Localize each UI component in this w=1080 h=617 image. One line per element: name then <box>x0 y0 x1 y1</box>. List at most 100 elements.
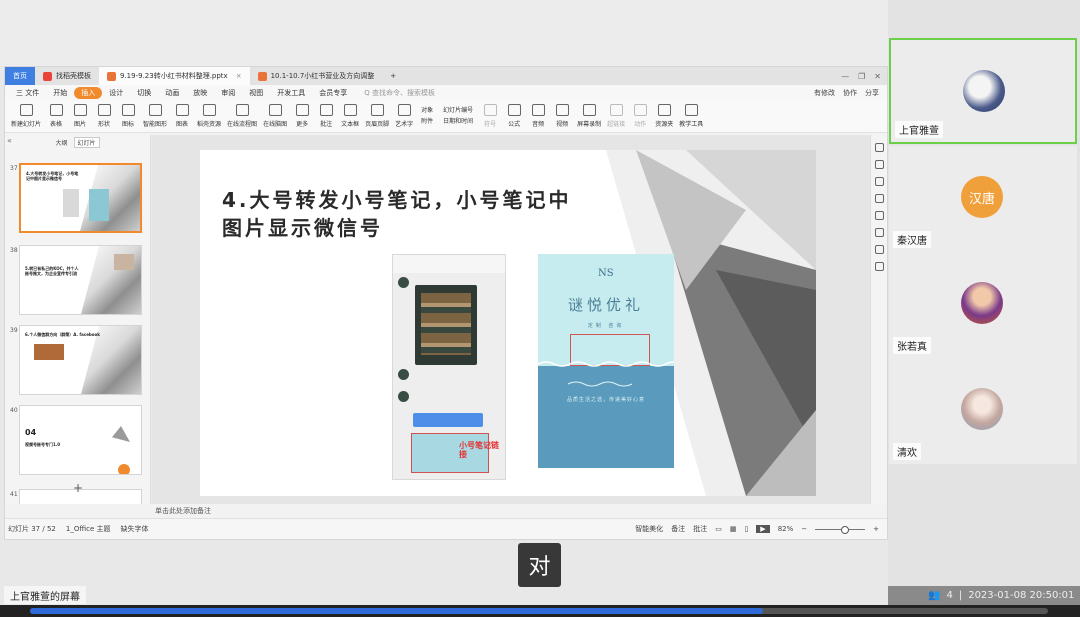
ribbon-audio[interactable]: 音频 <box>527 104 549 128</box>
new-slide-icon <box>19 104 33 116</box>
book-icon[interactable] <box>874 245 884 254</box>
menu-file[interactable]: 三 文件 <box>9 88 46 98</box>
menu-devtools[interactable]: 开发工具 <box>270 88 312 98</box>
share-button[interactable]: 分享 <box>865 88 879 98</box>
playback-progress-bar[interactable] <box>0 605 1080 617</box>
zoom-in-icon[interactable]: + <box>873 525 879 533</box>
help-icon[interactable] <box>874 262 884 271</box>
theme-name: 1_Office 主题 <box>65 525 111 533</box>
tab-templates-label: 找稻壳模板 <box>56 72 91 80</box>
participant-tile[interactable]: 张若真 <box>889 252 1077 358</box>
menu-transition[interactable]: 切换 <box>130 88 158 98</box>
ribbon-action[interactable]: 动作 <box>629 104 651 128</box>
tab-pptx-other[interactable]: 10.1-10.7小红书营业及方向调整 <box>250 67 383 85</box>
restore-icon[interactable]: ❐ <box>858 72 865 81</box>
ribbon-wordart[interactable]: 艺术字 <box>393 104 415 128</box>
icons-icon <box>121 104 135 116</box>
ribbon-mindmap[interactable]: 在线脑图 <box>261 104 289 128</box>
layout-icon[interactable] <box>874 194 884 203</box>
menu-review[interactable]: 审阅 <box>214 88 242 98</box>
star-icon[interactable] <box>874 177 884 186</box>
zoom-slider[interactable] <box>815 525 866 534</box>
ribbon-date-time[interactable]: 日期和时间 <box>443 116 473 125</box>
ribbon-formula[interactable]: 公式 <box>503 104 525 128</box>
ribbon-new-slide[interactable]: 新建幻灯片 <box>9 104 43 128</box>
slide-thumbnail[interactable]: 04 视频号账号专门1.0 <box>19 405 142 475</box>
participant-tile[interactable]: 上官雅萱 <box>889 38 1077 144</box>
menu-view[interactable]: 视图 <box>242 88 270 98</box>
modified-indicator[interactable]: 有修改 <box>814 88 835 98</box>
tab-outline[interactable]: 大纲 <box>55 138 67 147</box>
add-slide-button[interactable]: + <box>73 481 83 495</box>
location-icon[interactable] <box>874 228 884 237</box>
slide-thumbnail[interactable]: 4.大号转发小号笔记，小号笔记中图片显示微信号 <box>19 163 142 233</box>
normal-view-icon[interactable]: ▭ <box>715 525 722 533</box>
menu-slideshow[interactable]: 放映 <box>186 88 214 98</box>
slide-thumbnail[interactable]: 5.转已有私己的KOC，并个人账号推文，为企业宣传专引流 <box>19 245 142 315</box>
comments-toggle[interactable]: 批注 <box>693 524 707 534</box>
ribbon-docer-resources[interactable]: 稻壳资源 <box>195 104 223 128</box>
notes-toggle[interactable]: 备注 <box>671 524 685 534</box>
sorter-view-icon[interactable]: ▦ <box>730 525 737 533</box>
ribbon-teaching-tools[interactable]: 教学工具 <box>677 104 705 128</box>
ribbon-screen-record[interactable]: 屏幕录制 <box>575 104 603 128</box>
tab-home[interactable]: 首页 <box>5 67 35 85</box>
ribbon-textbox[interactable]: 文本框 <box>339 104 361 128</box>
ribbon-chart[interactable]: 图表 <box>171 104 193 128</box>
current-slide[interactable]: 4.大号转发小号笔记，小号笔记中图片显示微信号 小号笔记链接 NS 谜悦优礼 定… <box>200 150 816 496</box>
minimize-icon[interactable]: — <box>841 72 849 81</box>
ribbon-attachment[interactable]: 附件 <box>421 116 433 125</box>
play-slideshow-icon[interactable]: ▶ <box>756 525 770 533</box>
menu-animation[interactable]: 动画 <box>158 88 186 98</box>
ribbon-header-footer[interactable]: 页眉页脚 <box>363 104 391 128</box>
ribbon-flowchart[interactable]: 在线流程图 <box>225 104 259 128</box>
ribbon-object[interactable]: 对象 <box>421 105 433 114</box>
tab-templates[interactable]: 找稻壳模板 <box>35 67 99 85</box>
menu-right-group: 有修改 协作 分享 <box>814 88 887 98</box>
ribbon-smartart[interactable]: 智能图形 <box>141 104 169 128</box>
ribbon-slide-number[interactable]: 幻灯片编号 <box>443 105 473 114</box>
mindmap-icon <box>268 104 282 116</box>
command-search[interactable]: Q 查找命令、搜索模板 <box>354 88 435 98</box>
collaborate-button[interactable]: 协作 <box>843 88 857 98</box>
slide-thumbnail[interactable]: 6.个人微信群方向（群策）A. facebook <box>19 325 142 395</box>
ribbon-label: 形状 <box>98 121 111 128</box>
format-icon[interactable] <box>874 143 884 152</box>
tab-slides[interactable]: 幻灯片 <box>73 136 100 148</box>
zoom-level[interactable]: 82% <box>778 525 794 533</box>
reading-view-icon[interactable]: ▯ <box>744 525 748 533</box>
adjust-icon[interactable] <box>874 160 884 169</box>
new-tab-button[interactable]: + <box>382 67 404 85</box>
ribbon-symbol[interactable]: 符号 <box>479 104 501 128</box>
participant-tile[interactable]: 汉唐 秦汉唐 <box>889 146 1077 252</box>
close-icon[interactable]: ✕ <box>874 72 881 81</box>
slide-title[interactable]: 4.大号转发小号笔记，小号笔记中图片显示微信号 <box>222 186 582 242</box>
participants-icon[interactable]: 👥 <box>928 590 940 601</box>
participant-tile[interactable]: 清欢 <box>889 358 1077 464</box>
ribbon-more[interactable]: 更多 <box>291 104 313 128</box>
ribbon-shape[interactable]: 形状 <box>93 104 115 128</box>
ribbon-table[interactable]: 表格 <box>45 104 67 128</box>
image-icon[interactable] <box>874 211 884 220</box>
table-icon <box>49 104 63 116</box>
tab-pptx-current[interactable]: 9.19-9.23转小红书材料整理.pptx × <box>99 67 250 85</box>
smart-beautify-button[interactable]: 智能美化 <box>635 524 663 534</box>
menu-start[interactable]: 开始 <box>46 88 74 98</box>
ribbon-picture[interactable]: 图片 <box>69 104 91 128</box>
ribbon-resource-folder[interactable]: 资源夹 <box>653 104 675 128</box>
zoom-out-icon[interactable]: − <box>801 525 807 533</box>
ribbon-small-group-1: 对象 附件 <box>417 104 437 126</box>
ribbon-video[interactable]: 视频 <box>551 104 573 128</box>
ribbon-comment[interactable]: 批注 <box>315 104 337 128</box>
participant-name: 清欢 <box>893 443 921 460</box>
collapse-pane-icon[interactable]: « <box>7 136 12 145</box>
menu-member[interactable]: 会员专享 <box>312 88 354 98</box>
menu-insert[interactable]: 插入 <box>74 87 103 99</box>
ribbon-hyperlink[interactable]: 超链接 <box>605 104 627 128</box>
missing-font[interactable]: 缺失字体 <box>120 524 148 534</box>
ribbon-icon[interactable]: 图标 <box>117 104 139 128</box>
close-tab-icon[interactable]: × <box>236 72 242 80</box>
notes-bar[interactable]: 单击此处添加备注 <box>5 504 887 518</box>
menu-design[interactable]: 设计 <box>102 88 130 98</box>
ribbon-label: 文本框 <box>341 121 360 128</box>
